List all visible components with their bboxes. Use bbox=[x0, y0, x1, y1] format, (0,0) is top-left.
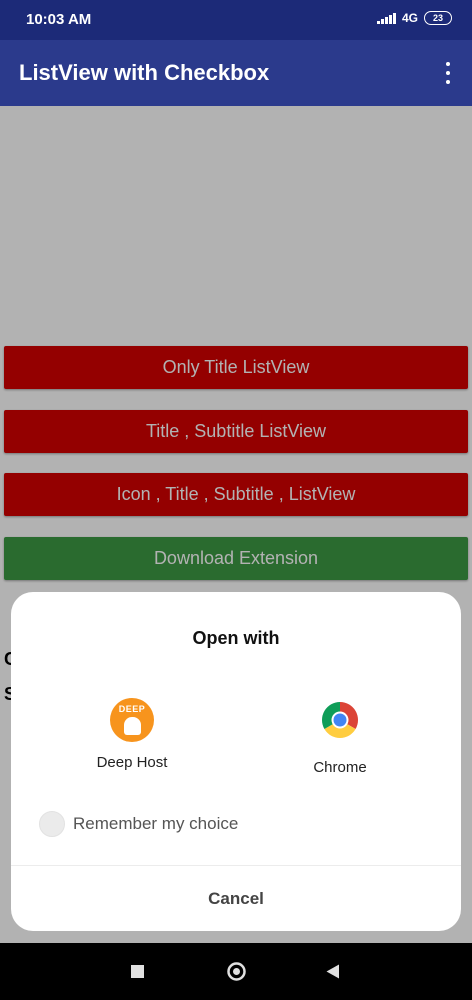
status-bar: 10:03 AM 4G 23 bbox=[0, 0, 472, 40]
app-option-label: Chrome bbox=[313, 759, 367, 776]
app-title: ListView with Checkbox bbox=[19, 60, 270, 85]
network-type: 4G bbox=[401, 11, 418, 25]
remember-choice-radio[interactable] bbox=[39, 811, 65, 837]
app-option-label: Deep Host bbox=[96, 754, 168, 771]
battery-icon: 23 bbox=[424, 11, 452, 25]
app-option-chrome[interactable]: Chrome bbox=[270, 698, 410, 776]
signal-icon bbox=[376, 12, 396, 24]
recent-apps-icon[interactable] bbox=[131, 965, 144, 978]
app-option-deep-host[interactable]: DEEP Deep Host bbox=[62, 698, 202, 771]
chrome-icon bbox=[321, 702, 359, 739]
dialog-title: Open with bbox=[192, 628, 280, 648]
cancel-button[interactable]: Cancel bbox=[11, 866, 461, 931]
open-with-dialog: Open with DEEP Deep Host Chrome Remember… bbox=[11, 592, 461, 931]
remember-choice-option[interactable]: Remember my choice bbox=[39, 811, 238, 837]
status-icons: 4G 23 bbox=[376, 11, 452, 25]
back-icon[interactable] bbox=[326, 964, 340, 979]
app-bar: ListView with Checkbox bbox=[0, 40, 472, 106]
navigation-bar bbox=[0, 943, 472, 1000]
remember-choice-label: Remember my choice bbox=[73, 814, 239, 833]
deep-host-icon: DEEP bbox=[110, 698, 154, 742]
home-icon[interactable] bbox=[226, 961, 247, 982]
status-time: 10:03 AM bbox=[26, 11, 92, 28]
more-vert-icon[interactable] bbox=[438, 60, 458, 86]
